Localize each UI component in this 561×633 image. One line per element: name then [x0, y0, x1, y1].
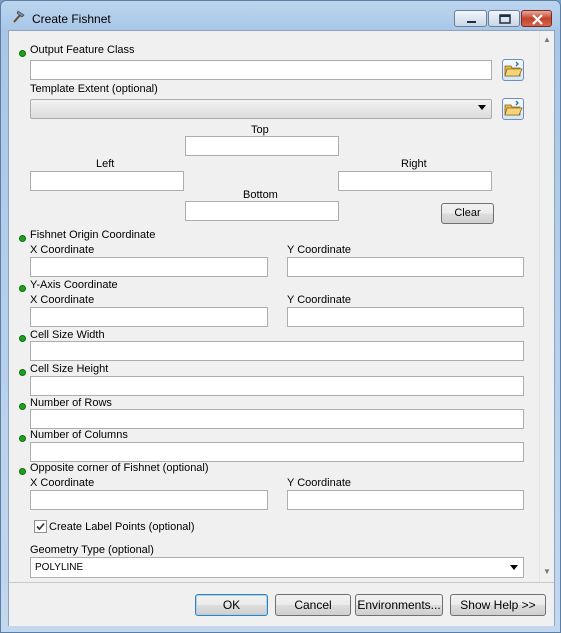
- open-folder-icon: [503, 61, 523, 83]
- create-label-points-label: Create Label Points (optional): [49, 521, 195, 533]
- chevron-down-icon: [510, 565, 518, 570]
- y-axis-x-input[interactable]: [30, 307, 268, 327]
- dialog-client-area: Output Feature Class Template Extent (op…: [8, 30, 555, 626]
- opposite-corner-label: Opposite corner of Fishnet (optional): [30, 462, 209, 474]
- y-axis-x-label: X Coordinate: [30, 294, 95, 306]
- extent-bottom-input[interactable]: [185, 201, 339, 221]
- required-indicator: [19, 468, 26, 475]
- window-title: Create Fishnet: [32, 12, 111, 26]
- environments-button[interactable]: Environments...: [355, 594, 443, 616]
- extent-right-input[interactable]: [338, 171, 492, 191]
- parameter-form: Output Feature Class Template Extent (op…: [9, 31, 539, 582]
- geometry-type-dropdown[interactable]: POLYLINE: [30, 557, 524, 578]
- y-axis-y-label: Y Coordinate: [287, 294, 352, 306]
- extent-left-input[interactable]: [30, 171, 184, 191]
- origin-x-input[interactable]: [30, 257, 268, 277]
- minimize-button[interactable]: [454, 10, 487, 27]
- scroll-up-icon[interactable]: ▲: [543, 35, 551, 44]
- opposite-x-label: X Coordinate: [30, 477, 95, 489]
- cell-size-width-label: Cell Size Width: [30, 329, 105, 341]
- chevron-down-icon: [478, 105, 486, 110]
- origin-y-input[interactable]: [287, 257, 524, 277]
- dialog-footer: OK Cancel Environments... Show Help >>: [9, 582, 554, 626]
- geometry-type-selected: POLYLINE: [35, 562, 84, 573]
- number-of-columns-input[interactable]: [30, 442, 524, 462]
- open-folder-icon: [503, 100, 523, 122]
- extent-left-label: Left: [96, 158, 115, 170]
- required-indicator: [19, 285, 26, 292]
- scroll-down-icon[interactable]: ▼: [543, 567, 551, 576]
- y-axis-y-input[interactable]: [287, 307, 524, 327]
- maximize-button[interactable]: [488, 10, 520, 27]
- show-help-button[interactable]: Show Help >>: [450, 594, 546, 616]
- opposite-y-label: Y Coordinate: [287, 477, 352, 489]
- create-fishnet-window: Create Fishnet Output Feature Class Temp…: [0, 0, 561, 633]
- browse-output-button[interactable]: [502, 59, 524, 81]
- geometry-type-label: Geometry Type (optional): [30, 544, 154, 556]
- opposite-x-input[interactable]: [30, 490, 268, 510]
- cancel-button[interactable]: Cancel: [275, 594, 351, 616]
- output-feature-class-label: Output Feature Class: [30, 44, 135, 56]
- browse-extent-button[interactable]: [502, 98, 524, 120]
- cell-size-height-input[interactable]: [30, 376, 524, 396]
- create-label-points-checkbox[interactable]: [34, 520, 47, 533]
- extent-top-input[interactable]: [185, 136, 339, 156]
- y-axis-label: Y-Axis Coordinate: [30, 279, 118, 291]
- cell-size-height-label: Cell Size Height: [30, 363, 109, 375]
- hammer-icon: [10, 9, 26, 25]
- extent-bottom-label: Bottom: [243, 189, 278, 201]
- output-feature-class-input[interactable]: [30, 60, 492, 80]
- extent-top-label: Top: [251, 124, 269, 136]
- number-of-rows-label: Number of Rows: [30, 397, 112, 409]
- extent-right-label: Right: [401, 158, 427, 170]
- template-extent-label: Template Extent (optional): [30, 83, 158, 95]
- required-indicator: [19, 50, 26, 57]
- clear-extent-button[interactable]: Clear: [441, 203, 494, 224]
- required-indicator: [19, 435, 26, 442]
- required-indicator: [19, 235, 26, 242]
- number-of-rows-input[interactable]: [30, 409, 524, 429]
- template-extent-dropdown[interactable]: [30, 99, 492, 119]
- required-indicator: [19, 369, 26, 376]
- opposite-y-input[interactable]: [287, 490, 524, 510]
- origin-y-label: Y Coordinate: [287, 244, 352, 256]
- required-indicator: [19, 335, 26, 342]
- ok-button[interactable]: OK: [195, 594, 268, 616]
- form-scrollbar[interactable]: ▲ ▼: [539, 31, 554, 582]
- number-of-columns-label: Number of Columns: [30, 429, 128, 441]
- close-button[interactable]: [521, 10, 552, 27]
- fishnet-origin-label: Fishnet Origin Coordinate: [30, 229, 156, 241]
- cell-size-width-input[interactable]: [30, 341, 524, 361]
- required-indicator: [19, 403, 26, 410]
- origin-x-label: X Coordinate: [30, 244, 95, 256]
- checkmark-icon: [36, 522, 45, 531]
